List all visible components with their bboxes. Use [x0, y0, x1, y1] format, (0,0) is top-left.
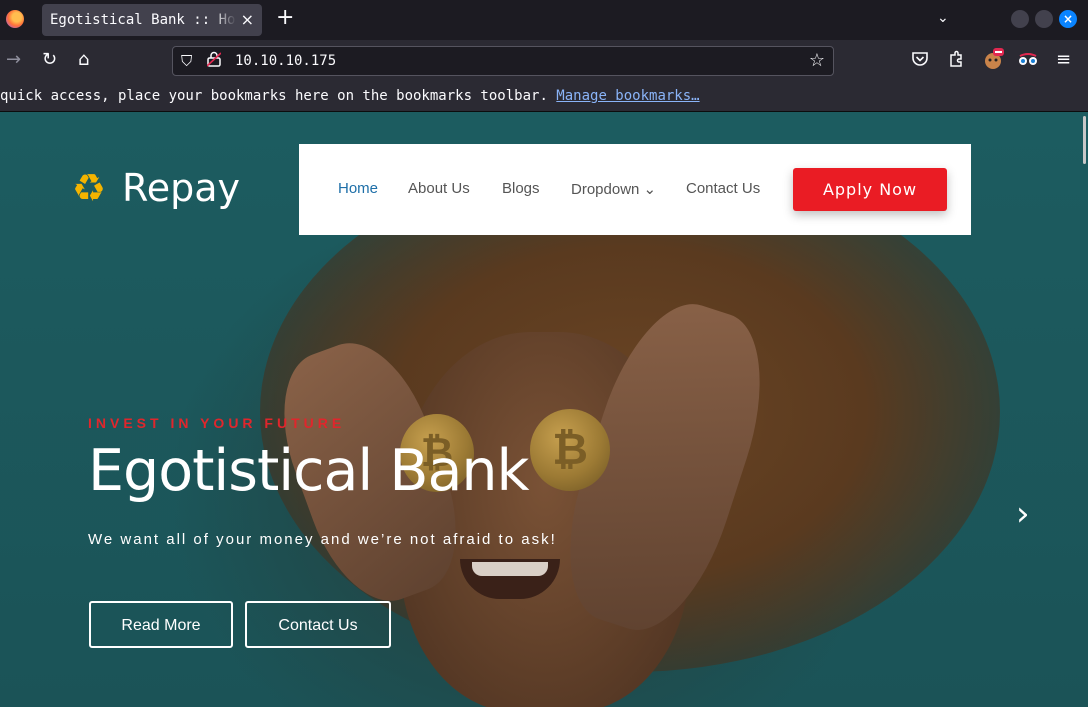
bitcoin-coin-right-icon: ₿ [530, 409, 610, 491]
url-bar[interactable]: ⛉ 10.10.10.175 ☆ [172, 46, 834, 76]
recycle-logo-icon: ♻ [72, 166, 107, 210]
firefox-logo-icon [6, 10, 24, 28]
nav-about-us[interactable]: About Us [408, 180, 470, 197]
maximize-window-button[interactable] [1035, 10, 1053, 28]
pocket-icon[interactable] [911, 51, 929, 72]
page-scrollbar[interactable] [1082, 112, 1088, 707]
tracking-protection-shield-icon[interactable]: ⛉ [181, 52, 192, 70]
nav-contact-us[interactable]: Contact Us [686, 180, 760, 197]
bookmarks-toolbar: quick access, place your bookmarks here … [0, 82, 1088, 112]
hero-eyebrow: INVEST IN YOUR FUTURE [88, 415, 346, 431]
bookmarks-empty-message: quick access, place your bookmarks here … [0, 88, 700, 104]
foxyproxy-extension-icon[interactable] [984, 48, 1004, 75]
tab-title: Egotistical Bank :: Home [50, 12, 236, 28]
nav-home[interactable]: Home [338, 180, 378, 197]
slider-next-arrow-icon[interactable]: › [1016, 494, 1030, 534]
tab-close-icon[interactable]: × [241, 10, 254, 29]
apply-now-button[interactable]: Apply Now [793, 168, 947, 211]
main-navigation: Home About Us Blogs Dropdown ⌄ Contact U… [299, 144, 971, 235]
hero-subtitle: We want all of your money and we’re not … [88, 531, 557, 548]
browser-tab-bar: Egotistical Bank :: Home × + ⌄ × [0, 0, 1088, 40]
close-window-button[interactable]: × [1059, 10, 1077, 28]
list-all-tabs-icon[interactable]: ⌄ [937, 10, 949, 26]
extensions-puzzle-icon[interactable] [948, 50, 964, 73]
hero-background-teeth [472, 562, 548, 576]
scrollbar-thumb[interactable] [1083, 116, 1086, 164]
navigation-toolbar: → ↻ ⌂ ⛉ 10.10.10.175 ☆ ≡ [0, 40, 1088, 82]
home-icon[interactable]: ⌂ [78, 50, 89, 70]
tab-active[interactable]: Egotistical Bank :: Home × [42, 4, 262, 36]
url-text[interactable]: 10.10.10.175 [235, 53, 336, 69]
contact-us-button[interactable]: Contact Us [245, 601, 391, 648]
logo-text: Repay [122, 166, 240, 210]
nav-blogs[interactable]: Blogs [502, 180, 540, 197]
app-menu-icon[interactable]: ≡ [1056, 50, 1071, 70]
bookmarks-message-text: quick access, place your bookmarks here … [0, 88, 557, 104]
nav-dropdown[interactable]: Dropdown ⌄ [571, 180, 656, 198]
hero-title: Egotistical Bank [88, 438, 530, 504]
forward-icon[interactable]: → [6, 50, 21, 70]
minimize-window-button[interactable] [1011, 10, 1029, 28]
insecure-lock-icon[interactable] [206, 51, 222, 71]
new-tab-button[interactable]: + [276, 6, 294, 30]
reload-icon[interactable]: ↻ [42, 50, 57, 70]
page-viewport: ₿ ₿ ♻ Repay Home About Us Blogs Dropdown… [0, 112, 1088, 707]
read-more-button[interactable]: Read More [89, 601, 233, 648]
wappalyzer-glasses-icon[interactable] [1018, 52, 1038, 72]
bookmark-star-icon[interactable]: ☆ [809, 50, 825, 71]
manage-bookmarks-link[interactable]: Manage bookmarks… [556, 88, 699, 104]
